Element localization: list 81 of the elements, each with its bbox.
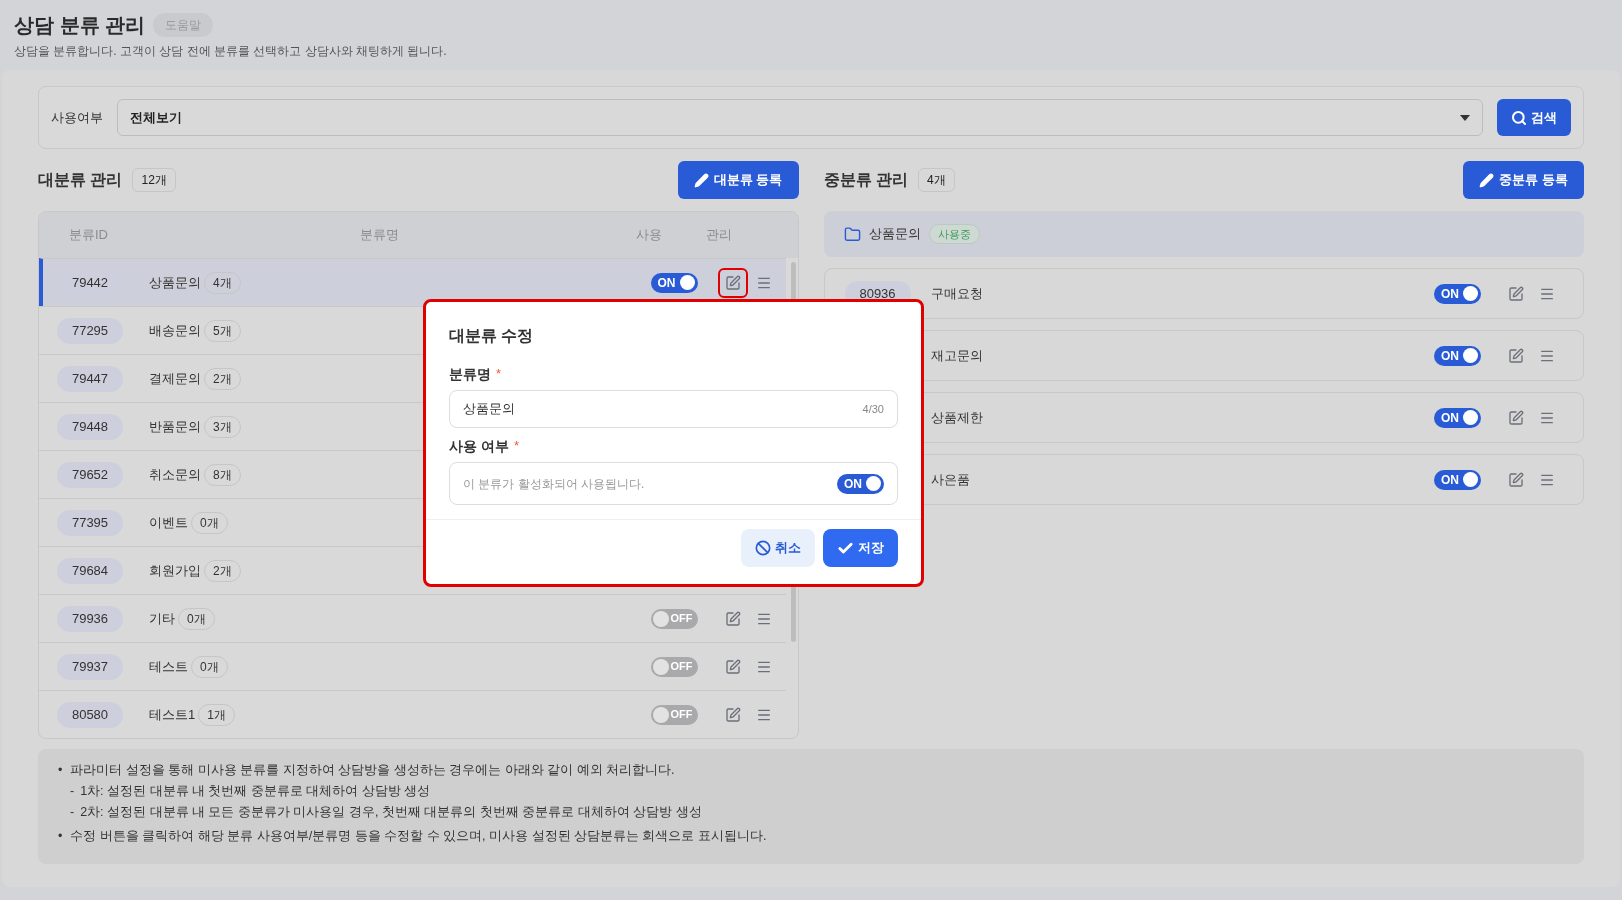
section-title: 중분류 관리 [823, 170, 908, 190]
note-text: 파라미터 설정을 통해 미사용 분류를 지정하여 상담방을 생성하는 경우에는 아래와 같이 예외 처리합니다. [70, 762, 675, 779]
column-header: 사용 [635, 226, 663, 245]
id-pill: 79936 [57, 605, 123, 632]
category-name: 테스트 [149, 657, 188, 676]
subcategory-name: 사은품 [930, 470, 970, 489]
count-badge: 12개 [132, 168, 176, 192]
edit-icon [1508, 285, 1524, 302]
id-pill: 80580 [57, 701, 123, 728]
column-header: 관리 [705, 226, 733, 245]
count-badge: 4개 [917, 168, 955, 192]
field-label: 분류명 [449, 364, 491, 384]
category-name: 상품문의 [149, 273, 201, 292]
name-input[interactable]: 상품문의 4/30 [449, 390, 898, 428]
id-pill: 79684 [57, 557, 123, 584]
category-row[interactable]: 80580 테스트1 1개 OFF [39, 690, 786, 738]
dropdown-caret-icon [1460, 114, 1470, 121]
category-name: 취소문의 [149, 465, 201, 484]
note-text: 수정 버튼을 클릭하여 해당 분류 사용여부/분류명 등을 수정할 수 있으며, 미사용 설정된 상담분류는 회색으로 표시됩니다. [70, 828, 767, 846]
page-title: 상담 분류 관리 [14, 13, 146, 38]
usage-select[interactable]: 전체보기 [117, 99, 1483, 136]
pencil-icon [1479, 172, 1495, 188]
category-row[interactable]: 79936 기타 0개 OFF [39, 594, 786, 642]
cancel-icon [755, 540, 771, 556]
parent-category-name: 상품문의 [868, 225, 921, 244]
required-mark: * [496, 365, 502, 384]
category-row[interactable]: 79442 상품문의 4개 ON [39, 258, 786, 306]
id-pill: 79652 [57, 461, 123, 488]
char-counter: 4/30 [862, 401, 884, 417]
page-subtitle: 상담을 분류합니다. 고객이 상담 전에 분류를 선택하고 상담사와 채팅하게 됩니다. [14, 43, 448, 60]
dialog-title: 대분류 수정 [448, 326, 535, 346]
bullet-mark: • [58, 762, 63, 779]
dash-mark: - [70, 803, 75, 821]
column-header: 분류명 [358, 226, 400, 245]
id-pill: 79447 [57, 365, 123, 392]
column-header: 분류ID [68, 226, 109, 245]
search-icon [1511, 109, 1527, 126]
id-pill: 77395 [57, 509, 123, 536]
toggle-switch[interactable]: ON [1434, 469, 1481, 490]
toggle-switch[interactable]: ON [1434, 283, 1481, 304]
edit-icon [724, 658, 741, 675]
toggle-switch[interactable]: ON [1434, 345, 1481, 366]
search-button[interactable]: 검색 [1497, 99, 1571, 136]
edit-icon [724, 610, 741, 627]
note-text: 1차: 설정된 대분류 내 첫번째 중분류로 대체하여 상담방 생성 [80, 782, 431, 800]
toggle-switch[interactable]: ON [1434, 407, 1481, 428]
status-badge: 사용중 [928, 224, 980, 244]
category-name: 결제문의 [149, 369, 201, 388]
subcategory-name: 상품제한 [930, 408, 983, 427]
edit-icon [1508, 471, 1524, 488]
edit-icon [1508, 409, 1524, 426]
id-pill: 79937 [57, 653, 123, 680]
subcategory-name: 구매요청 [930, 284, 983, 303]
category-name: 배송문의 [149, 321, 201, 340]
toggle-switch[interactable]: ON [837, 473, 884, 494]
save-button[interactable]: 저장 [823, 529, 898, 567]
edit-icon [1508, 347, 1524, 364]
subcategory-name: 재고문의 [930, 346, 983, 365]
cancel-button[interactable]: 취소 [741, 529, 815, 567]
folder-icon [843, 225, 861, 243]
add-major-button[interactable]: 대분류 등록 [677, 161, 799, 199]
category-name: 테스트1 [149, 705, 196, 724]
category-name: 기타 [149, 609, 175, 628]
add-middle-button[interactable]: 중분류 등록 [1463, 161, 1584, 199]
category-name: 이벤트 [149, 513, 188, 532]
field-hint: 이 분류가 활성화되어 사용됩니다. [463, 475, 645, 493]
section-title: 대분류 관리 [38, 170, 123, 190]
toggle-switch[interactable]: ON [650, 272, 698, 293]
id-pill: 77295 [57, 317, 123, 344]
category-name: 회원가입 [149, 561, 201, 580]
bullet-mark: • [58, 828, 63, 846]
category-name: 반품문의 [149, 417, 201, 436]
edit-button[interactable] [717, 267, 748, 298]
note-text: 2차: 설정된 대분류 내 모든 중분류가 미사용일 경우, 첫번째 대분류의 첫번째 중분류로 대체하여 상담방 생성 [80, 803, 702, 821]
dash-mark: - [70, 782, 75, 800]
edit-icon [724, 706, 741, 723]
filter-label: 사용여부 [51, 108, 103, 127]
id-pill: 79448 [57, 413, 123, 440]
edit-icon [724, 274, 741, 291]
category-row[interactable]: 79937 테스트 0개 OFF [39, 642, 786, 690]
pencil-icon [693, 172, 709, 188]
